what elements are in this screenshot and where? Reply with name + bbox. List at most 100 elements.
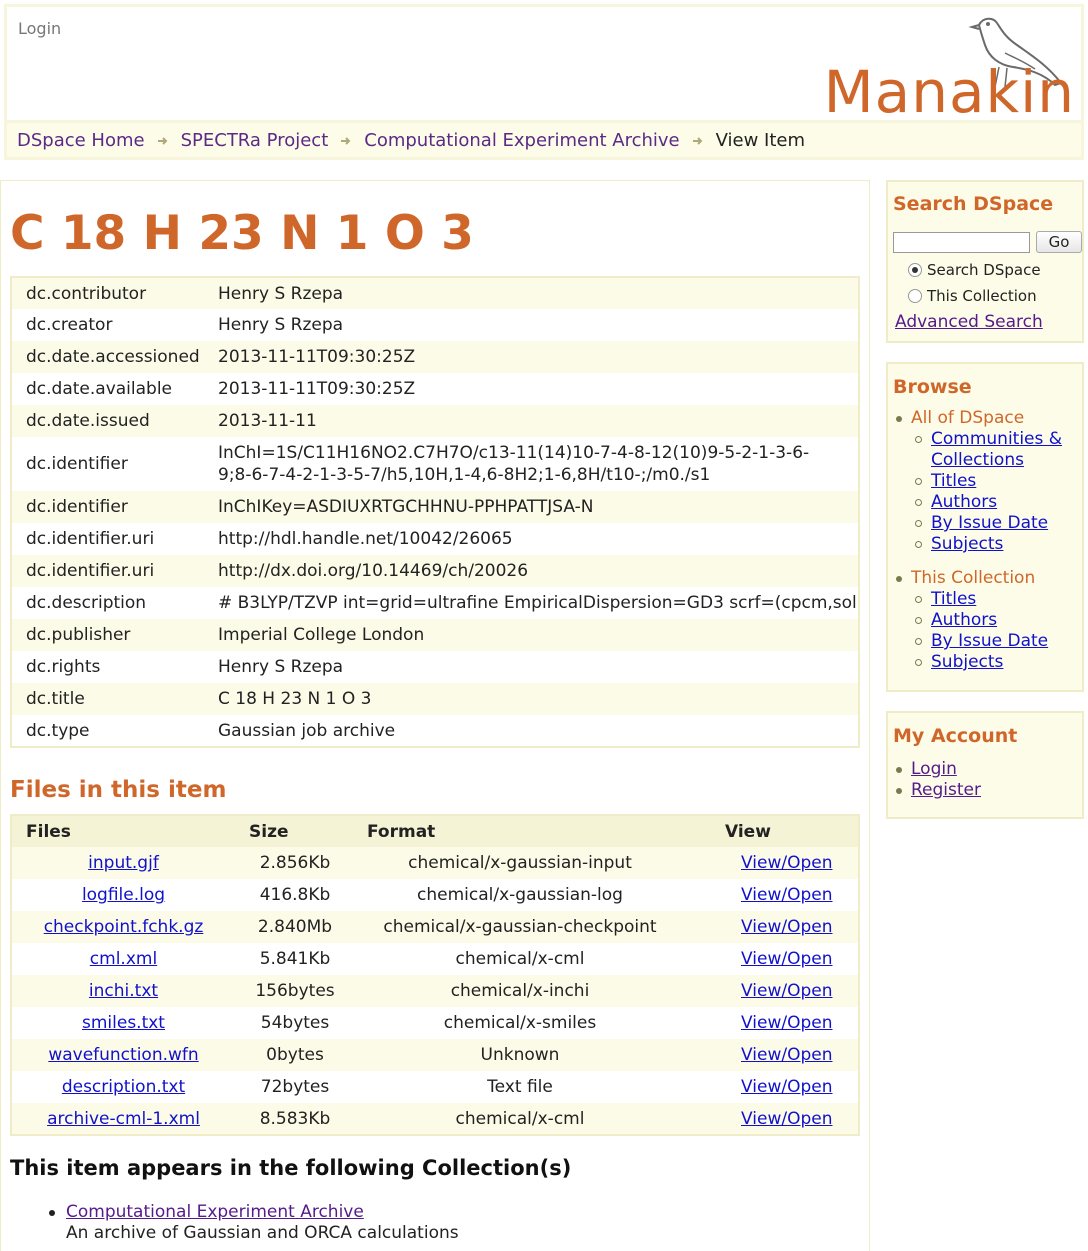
browse-titles-link[interactable]: Titles: [931, 471, 976, 491]
metadata-value: 2013-11-11: [204, 405, 859, 437]
view-open-link[interactable]: View/Open: [741, 885, 832, 905]
view-open-link[interactable]: View/Open: [741, 853, 832, 873]
metadata-key: dc.description: [11, 587, 204, 619]
metadata-value: C 18 H 23 N 1 O 3: [204, 683, 859, 715]
view-open-link[interactable]: View/Open: [741, 1109, 832, 1129]
radio-unselected-icon[interactable]: [908, 289, 922, 303]
breadcrumb-dspace-home[interactable]: DSpace Home: [17, 130, 145, 151]
browse-group-this-collection: This Collection Titles Authors By Issue …: [893, 568, 1082, 673]
scope-option-dspace[interactable]: Search DSpace: [908, 261, 1041, 279]
page-header: Login Manakin: [4, 4, 1084, 121]
view-open-link[interactable]: View/Open: [741, 1013, 832, 1033]
file-name-link[interactable]: archive-cml-1.xml: [47, 1109, 200, 1129]
metadata-value: Henry S Rzepa: [204, 651, 859, 683]
collection-link[interactable]: Computational Experiment Archive: [66, 1202, 364, 1222]
metadata-value: Henry S Rzepa: [204, 277, 859, 309]
view-open-link[interactable]: View/Open: [741, 1077, 832, 1097]
breadcrumb-arrow-icon: [157, 137, 168, 145]
browse-collection-subjects-link[interactable]: Subjects: [931, 652, 1003, 672]
metadata-row: dc.identifier.uri http://dx.doi.org/10.14…: [11, 555, 859, 587]
account-heading: My Account: [893, 725, 1018, 747]
metadata-key: dc.date.available: [11, 373, 204, 405]
file-format: Text file: [355, 1071, 685, 1103]
browse-list: All of DSpace Communities & Collections …: [893, 408, 1082, 673]
browse-group-all-dspace: All of DSpace Communities & Collections …: [893, 408, 1082, 555]
file-name-link[interactable]: logfile.log: [82, 885, 165, 905]
file-name-link[interactable]: checkpoint.fchk.gz: [44, 917, 204, 937]
browse-authors-link[interactable]: Authors: [931, 492, 997, 512]
file-size: 0bytes: [235, 1039, 355, 1071]
metadata-value: Gaussian job archive: [204, 715, 859, 747]
file-format: Unknown: [355, 1039, 685, 1071]
metadata-value: InChI=1S/C11H16NO2.C7H7O/c13-11(14)10-7-…: [204, 437, 859, 491]
breadcrumb-current: View Item: [715, 129, 806, 151]
browse-issue-date-link[interactable]: By Issue Date: [931, 513, 1048, 533]
register-link[interactable]: Register: [911, 780, 981, 800]
file-name-link[interactable]: input.gjf: [88, 853, 159, 873]
browse-collection-issue-date-link[interactable]: By Issue Date: [931, 631, 1048, 651]
file-format: chemical/x-gaussian-input: [355, 847, 685, 879]
browse-link-item: Authors: [915, 492, 1082, 513]
header-login-link[interactable]: Login: [18, 19, 61, 38]
search-input[interactable]: [893, 232, 1030, 253]
file-size: 2.856Kb: [235, 847, 355, 879]
browse-link-item: Communities & Collections: [915, 429, 1082, 471]
view-open-link[interactable]: View/Open: [741, 981, 832, 1001]
search-heading: Search DSpace: [893, 193, 1054, 215]
file-name-link[interactable]: wavefunction.wfn: [48, 1045, 198, 1065]
breadcrumb-computational-archive[interactable]: Computational Experiment Archive: [364, 130, 679, 151]
login-link[interactable]: Login: [911, 759, 957, 779]
metadata-row: dc.date.accessioned 2013-11-11T09:30:25Z: [11, 341, 859, 373]
files-heading: Files in this item: [10, 777, 227, 803]
browse-subjects-link[interactable]: Subjects: [931, 534, 1003, 554]
collections-heading: This item appears in the following Colle…: [10, 1156, 572, 1180]
breadcrumb: DSpace Home SPECTRa Project Computationa…: [4, 120, 1084, 160]
metadata-row: dc.description # B3LYP/TZVP int=grid=ultr…: [11, 587, 859, 619]
browse-collection-authors-link[interactable]: Authors: [931, 610, 997, 630]
browse-link-item: Titles: [915, 471, 1082, 492]
radio-selected-icon[interactable]: [908, 263, 922, 277]
file-row: inchi.txt 156bytes chemical/x-inchi View…: [11, 975, 859, 1007]
browse-collection-titles-link[interactable]: Titles: [931, 589, 976, 609]
metadata-row: dc.publisher Imperial College London: [11, 619, 859, 651]
metadata-row: dc.title C 18 H 23 N 1 O 3: [11, 683, 859, 715]
view-open-link[interactable]: View/Open: [741, 917, 832, 937]
metadata-row: dc.identifier InChI=1S/C11H16NO2.C7H7O/c1…: [11, 437, 859, 491]
scope-option-collection[interactable]: This Collection: [908, 287, 1037, 305]
page-title: C 18 H 23 N 1 O 3: [10, 206, 474, 261]
browse-link-item: Titles: [915, 589, 1082, 610]
scope-option-label: Search DSpace: [927, 261, 1041, 279]
column-header-view: View: [685, 815, 859, 847]
go-button[interactable]: Go: [1036, 231, 1082, 253]
file-name-link[interactable]: description.txt: [62, 1077, 185, 1097]
manakin-logo: Manakin: [824, 11, 1079, 121]
account-panel: My Account Login Register: [886, 711, 1084, 819]
account-item: Register: [893, 780, 981, 801]
file-name-link[interactable]: inchi.txt: [89, 981, 158, 1001]
column-header-size: Size: [235, 815, 355, 847]
browse-communities-link[interactable]: Communities & Collections: [931, 429, 1062, 470]
file-format: chemical/x-smiles: [355, 1007, 685, 1039]
metadata-key: dc.identifier.uri: [11, 555, 204, 587]
column-header-format: Format: [355, 815, 685, 847]
view-open-link[interactable]: View/Open: [741, 1045, 832, 1065]
file-name-link[interactable]: cml.xml: [90, 949, 157, 969]
files-header-row: Files Size Format View: [11, 815, 859, 847]
file-format: chemical/x-gaussian-checkpoint: [355, 911, 685, 943]
advanced-search-link[interactable]: Advanced Search: [895, 312, 1043, 332]
file-row: description.txt 72bytes Text file View/O…: [11, 1071, 859, 1103]
files-table: Files Size Format View input.gjf 2.856Kb…: [10, 814, 860, 1136]
file-name-link[interactable]: smiles.txt: [82, 1013, 165, 1033]
file-row: smiles.txt 54bytes chemical/x-smiles Vie…: [11, 1007, 859, 1039]
collection-item: Computational Experiment Archive An arch…: [49, 1202, 459, 1244]
metadata-row: dc.date.issued 2013-11-11: [11, 405, 859, 437]
view-open-link[interactable]: View/Open: [741, 949, 832, 969]
metadata-row: dc.identifier InChIKey=ASDIUXRTGCHHNU-PPH…: [11, 491, 859, 523]
breadcrumb-spectra-project[interactable]: SPECTRa Project: [181, 130, 329, 151]
search-panel: Search DSpace Go Search DSpace This Coll…: [886, 180, 1084, 343]
metadata-value: InChIKey=ASDIUXRTGCHHNU-PPHPATTJSA-N: [204, 491, 859, 523]
file-size: 72bytes: [235, 1071, 355, 1103]
breadcrumb-arrow-icon: [341, 137, 351, 145]
metadata-key: dc.creator: [11, 309, 204, 341]
metadata-key: dc.publisher: [11, 619, 204, 651]
